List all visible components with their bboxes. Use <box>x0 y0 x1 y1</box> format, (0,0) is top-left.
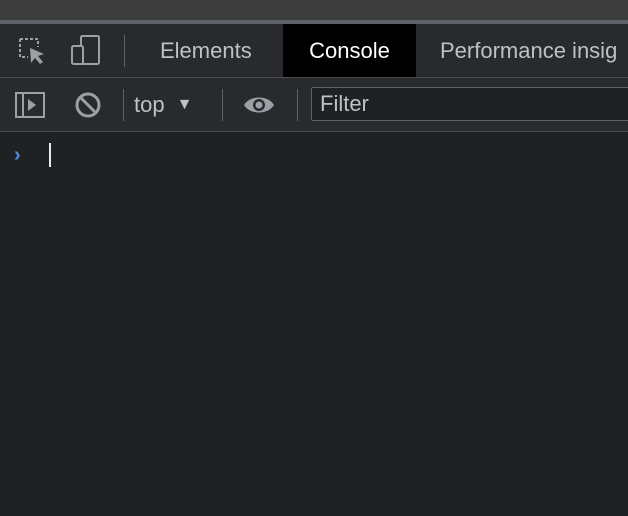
clear-console-icon[interactable] <box>70 88 106 122</box>
console-area[interactable]: › <box>0 132 628 516</box>
tab-elements-label: Elements <box>160 37 252 63</box>
devtools-tab-bar: Elements Console Performance insig <box>0 24 628 78</box>
console-toolbar: top ▼ <box>0 78 628 132</box>
show-sidebar-icon[interactable] <box>12 88 48 122</box>
dropdown-caret-icon: ▼ <box>176 95 193 113</box>
tab-elements[interactable]: Elements <box>146 24 266 77</box>
text-cursor <box>49 143 51 167</box>
filter-input[interactable] <box>311 87 628 121</box>
tab-console[interactable]: Console <box>283 24 416 77</box>
tab-performance-insights-label: Performance insig <box>440 37 618 63</box>
tab-console-label: Console <box>309 37 390 63</box>
context-selector[interactable]: top ▼ <box>134 78 192 131</box>
toolbar-divider <box>124 35 125 67</box>
toolbar-divider <box>297 89 298 121</box>
tab-performance-insights[interactable]: Performance insig <box>426 24 628 77</box>
context-label: top <box>134 91 165 117</box>
device-toolbar-icon[interactable] <box>68 34 104 68</box>
inspect-element-icon[interactable] <box>14 34 50 68</box>
toolbar-divider <box>222 89 223 121</box>
toolbar-divider <box>123 89 124 121</box>
live-expression-icon[interactable] <box>240 88 278 122</box>
window-top-strip <box>0 0 628 20</box>
prompt-chevron-icon: › <box>14 144 21 166</box>
